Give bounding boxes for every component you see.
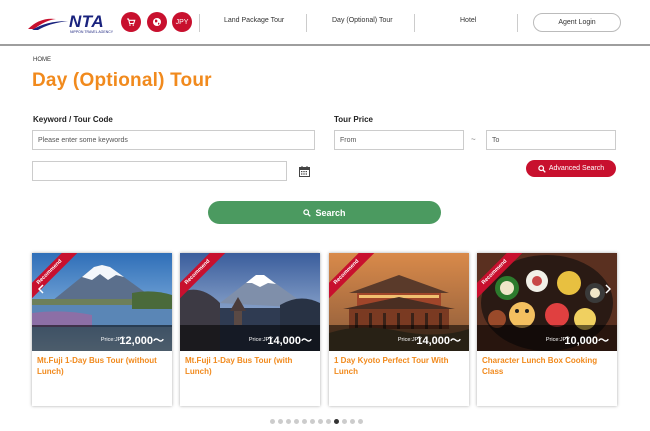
logo-swoosh-icon	[28, 18, 68, 30]
carousel-dot[interactable]	[294, 419, 299, 424]
page-title: Day (Optional) Tour	[32, 70, 212, 91]
tour-image-kyoto-temple: Recommend Price:JPY 14,000～	[329, 253, 469, 351]
price-value: 12,000～	[119, 335, 164, 347]
carousel-prev-button[interactable]	[36, 283, 46, 295]
tour-image-character-bento: Recommend Price:JPY 10,000～	[477, 253, 617, 351]
range-tilde: ~	[471, 135, 476, 144]
site-header: NTA NIPPON TRAVEL AGENCY JPY Land Packag…	[0, 0, 650, 46]
search-icon	[303, 208, 312, 217]
advanced-search-button[interactable]: Advanced Search	[526, 160, 616, 177]
search-icon	[538, 164, 546, 173]
chevron-right-icon	[605, 284, 611, 294]
carousel-dot[interactable]	[358, 419, 363, 424]
price-bar: Price:JPY 12,000～	[32, 325, 172, 351]
nav-divider	[517, 14, 518, 32]
carousel-pagination	[270, 419, 363, 424]
price-label: Tour Price	[334, 115, 373, 124]
currency-button[interactable]: JPY	[172, 12, 192, 32]
nav-divider	[199, 14, 200, 32]
tour-title[interactable]: 1 Day Kyoto Perfect Tour With Lunch	[334, 355, 464, 377]
search-button[interactable]: Search	[208, 201, 441, 224]
carousel-dot[interactable]	[286, 419, 291, 424]
carousel-dot[interactable]	[350, 419, 355, 424]
carousel-dot[interactable]	[302, 419, 307, 424]
globe-icon	[153, 18, 161, 26]
carousel-dot[interactable]	[342, 419, 347, 424]
carousel-dot[interactable]	[310, 419, 315, 424]
carousel-dot[interactable]	[334, 419, 339, 424]
price-value: 14,000～	[267, 335, 312, 347]
carousel-dot[interactable]	[318, 419, 323, 424]
tour-title[interactable]: Character Lunch Box Cooking Class	[482, 355, 612, 377]
breadcrumb[interactable]: HOME	[33, 57, 51, 63]
nav-day-optional-tour[interactable]: Day (Optional) Tour	[332, 17, 393, 24]
nav-divider	[414, 14, 415, 32]
tour-card[interactable]: Recommend Price:JPY 14,000～ Mt.Fuji 1-Da…	[180, 253, 320, 406]
tour-image-mt-fuji-pagoda: Recommend Price:JPY 14,000～	[180, 253, 320, 351]
cart-icon	[127, 18, 136, 26]
carousel-dot[interactable]	[326, 419, 331, 424]
nav-land-package-tour[interactable]: Land Package Tour	[224, 17, 284, 24]
language-button[interactable]	[147, 12, 167, 32]
tour-image-mt-fuji-lake: Recommend Price:JPY 12,000～	[32, 253, 172, 351]
nav-divider	[306, 14, 307, 32]
cart-button[interactable]	[121, 12, 141, 32]
nav-hotel[interactable]: Hotel	[460, 17, 476, 24]
price-bar: Price:JPY 10,000～	[477, 325, 617, 351]
calendar-icon[interactable]	[299, 166, 310, 177]
keyword-input[interactable]: Please enter some keywords	[32, 130, 315, 150]
logo-subtext: NIPPON TRAVEL AGENCY	[70, 30, 114, 34]
price-bar: Price:JPY 14,000～	[180, 325, 320, 351]
price-from-input[interactable]: From	[334, 130, 464, 150]
keyword-label: Keyword / Tour Code	[33, 115, 113, 124]
carousel-dot[interactable]	[270, 419, 275, 424]
search-label: Search	[315, 207, 346, 218]
price-value: 14,000～	[416, 335, 461, 347]
advanced-search-label: Advanced Search	[548, 165, 605, 172]
price-to-input[interactable]: To	[486, 130, 616, 150]
nta-logo[interactable]: NTA NIPPON TRAVEL AGENCY	[26, 12, 116, 35]
tour-title[interactable]: Mt.Fuji 1-Day Bus Tour (without Lunch)	[37, 355, 167, 377]
chevron-left-icon	[38, 284, 44, 294]
carousel-dot[interactable]	[278, 419, 283, 424]
price-value: 10,000～	[564, 335, 609, 347]
agent-login-button[interactable]: Agent Login	[533, 13, 621, 32]
logo-text: NTA	[69, 12, 105, 31]
tour-card[interactable]: Recommend Price:JPY 10,000～ Character Lu…	[477, 253, 617, 406]
carousel-next-button[interactable]	[603, 283, 613, 295]
date-input[interactable]	[32, 161, 287, 181]
price-bar: Price:JPY 14,000～	[329, 325, 469, 351]
tour-card[interactable]: Recommend Price:JPY 14,000～ 1 Day Kyoto …	[329, 253, 469, 406]
tour-card[interactable]: Recommend Price:JPY 12,000～ Mt.Fuji 1-Da…	[32, 253, 172, 406]
tour-title[interactable]: Mt.Fuji 1-Day Bus Tour (with Lunch)	[185, 355, 315, 377]
